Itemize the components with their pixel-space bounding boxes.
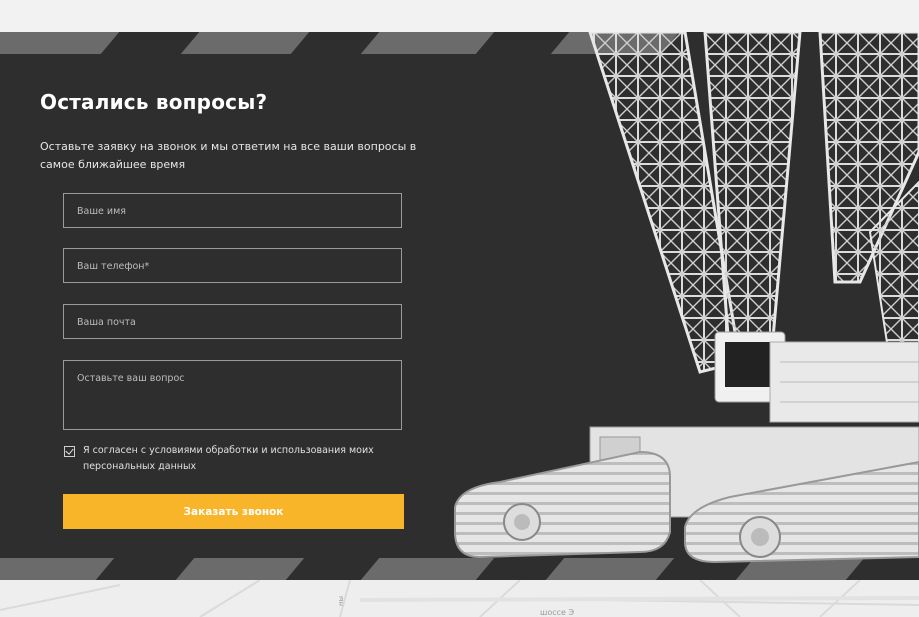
map-side-label: ны xyxy=(337,595,346,607)
section-subtitle: Оставьте заявку на звонок и мы ответим н… xyxy=(40,140,417,171)
consent-label: Я согласен с условиями обработки и испол… xyxy=(83,445,374,472)
phone-input[interactable]: Ваш телефон* xyxy=(63,248,402,283)
hazard-stripe xyxy=(0,558,115,580)
map-roads xyxy=(0,580,919,617)
email-placeholder: Ваша почта xyxy=(77,317,136,328)
hazard-stripe xyxy=(0,32,120,54)
map-preview[interactable]: ны шоссе Э xyxy=(0,580,919,617)
top-spacer xyxy=(0,0,919,32)
callback-section: Остались вопросы? Оставьте заявку на зво… xyxy=(0,32,919,580)
section-title: Остались вопросы? xyxy=(40,90,268,114)
hazard-stripe xyxy=(175,558,305,580)
email-input[interactable]: Ваша почта xyxy=(63,304,402,339)
order-call-button[interactable]: Заказать звонок xyxy=(63,494,404,529)
order-call-label: Заказать звонок xyxy=(183,505,284,518)
hazard-stripe xyxy=(180,32,310,54)
name-placeholder: Ваше имя xyxy=(77,206,126,217)
consent-checkbox[interactable] xyxy=(64,446,75,457)
question-placeholder: Оставьте ваш вопрос xyxy=(77,373,185,384)
map-street-label: шоссе Э xyxy=(540,608,575,617)
crawler-crane-illustration xyxy=(454,32,919,564)
name-input[interactable]: Ваше имя xyxy=(63,193,402,228)
question-textarea[interactable]: Оставьте ваш вопрос xyxy=(63,360,402,430)
phone-placeholder: Ваш телефон* xyxy=(77,261,150,272)
